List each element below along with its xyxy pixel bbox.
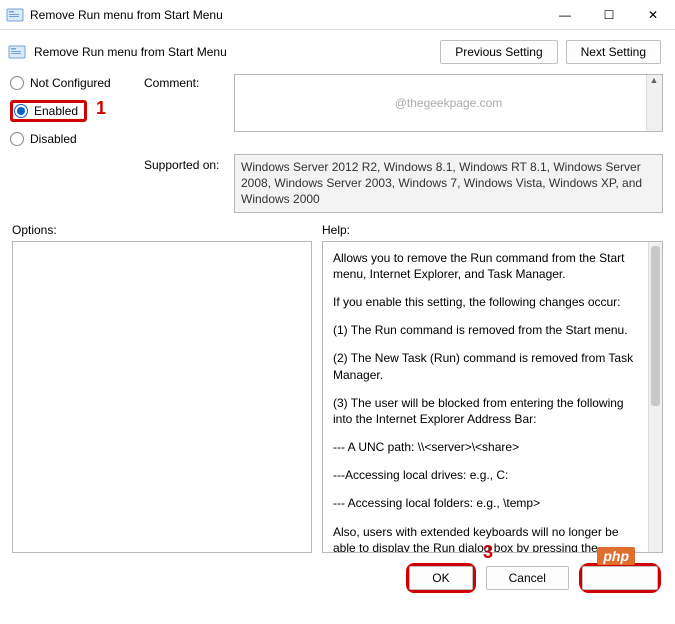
dialog-footer: 3 OK Cancel Apply php (0, 553, 675, 593)
options-label: Options: (12, 223, 322, 237)
cancel-button[interactable]: Cancel (486, 566, 569, 590)
page-title: Remove Run menu from Start Menu (34, 45, 440, 59)
ok-button[interactable]: OK (409, 566, 472, 590)
radio-disabled[interactable]: Disabled (10, 132, 140, 146)
policy-icon (6, 6, 24, 24)
radio-icon (14, 104, 28, 118)
header-row: Remove Run menu from Start Menu Previous… (0, 30, 675, 70)
scrollbar[interactable] (648, 242, 662, 552)
radio-label: Enabled (34, 104, 78, 118)
panel-labels: Options: Help: (0, 213, 675, 241)
php-badge: php (597, 547, 635, 565)
state-radios: Not Configured Enabled 1 Disabled (10, 74, 140, 146)
maximize-button[interactable]: ☐ (587, 0, 631, 30)
annotation-1: 1 (96, 98, 106, 119)
next-setting-button[interactable]: Next Setting (566, 40, 661, 64)
supported-label: Supported on: (144, 146, 230, 172)
comment-label: Comment: (144, 74, 230, 90)
policy-icon (8, 43, 26, 61)
panels: Allows you to remove the Run command fro… (0, 241, 675, 553)
window-title: Remove Run menu from Start Menu (30, 8, 543, 22)
help-text[interactable]: Allows you to remove the Run command fro… (323, 242, 648, 552)
comment-textarea[interactable]: @thegeekpage.com ▲ (234, 74, 663, 132)
options-panel (12, 241, 312, 553)
help-line: (2) The New Task (Run) command is remove… (333, 350, 638, 382)
supported-on-text: Windows Server 2012 R2, Windows 8.1, Win… (234, 154, 663, 213)
radio-icon (10, 76, 24, 90)
help-line: Allows you to remove the Run command fro… (333, 250, 638, 282)
comment-watermark: @thegeekpage.com (395, 96, 503, 110)
help-label: Help: (322, 223, 350, 237)
help-line: --- Accessing local folders: e.g., \temp… (333, 495, 638, 511)
apply-button[interactable]: Apply (582, 566, 658, 590)
window-controls: — ☐ ✕ (543, 0, 675, 30)
help-line: (3) The user will be blocked from enteri… (333, 395, 638, 427)
help-line: (1) The Run command is removed from the … (333, 322, 638, 338)
minimize-button[interactable]: — (543, 0, 587, 30)
close-button[interactable]: ✕ (631, 0, 675, 30)
help-line: If you enable this setting, the followin… (333, 294, 638, 310)
titlebar: Remove Run menu from Start Menu — ☐ ✕ (0, 0, 675, 30)
previous-setting-button[interactable]: Previous Setting (440, 40, 557, 64)
scrollbar-thumb[interactable] (651, 246, 660, 406)
config-grid: Not Configured Enabled 1 Disabled Commen… (0, 70, 675, 213)
help-line: ---Accessing local drives: e.g., C: (333, 467, 638, 483)
radio-enabled[interactable]: Enabled (10, 100, 87, 122)
radio-label: Not Configured (30, 76, 111, 90)
radio-label: Disabled (30, 132, 77, 146)
help-panel: Allows you to remove the Run command fro… (322, 241, 663, 553)
scroll-up-icon[interactable]: ▲ (646, 75, 662, 91)
radio-not-configured[interactable]: Not Configured (10, 76, 140, 90)
radio-icon (10, 132, 24, 146)
annotation-3: 3 (483, 542, 493, 563)
help-line: --- A UNC path: \\<server>\<share> (333, 439, 638, 455)
